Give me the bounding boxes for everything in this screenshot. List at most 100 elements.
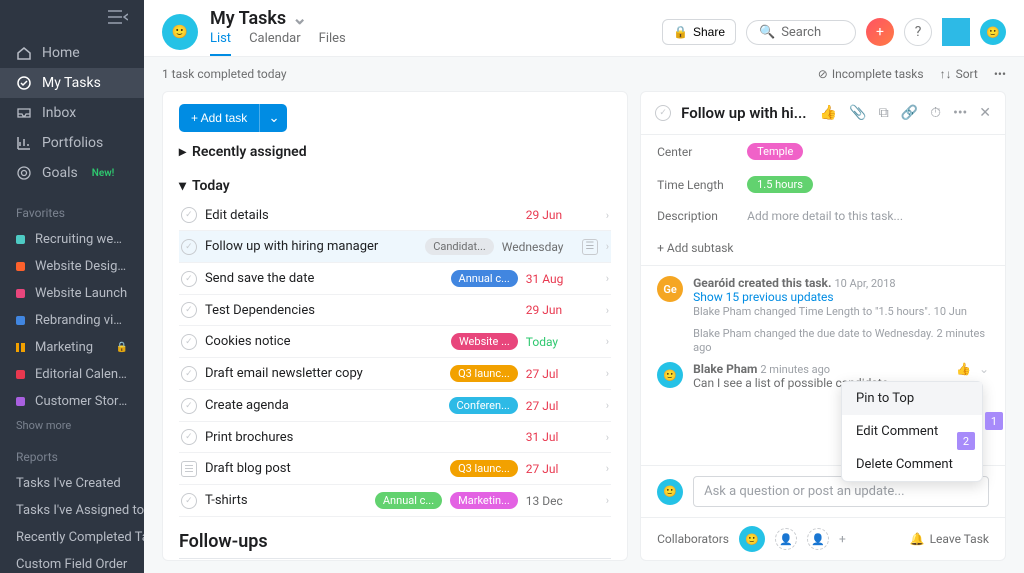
tab-files[interactable]: Files: [319, 31, 346, 56]
section-recently-assigned[interactable]: ▸Recently assigned: [179, 132, 611, 166]
filter-incomplete[interactable]: ⊘Incomplete tasks: [818, 67, 924, 81]
lock-icon: 🔒: [115, 342, 127, 353]
time-pill[interactable]: 1.5 hours: [747, 176, 813, 193]
section-today[interactable]: ▾Today: [179, 166, 611, 200]
project-pill[interactable]: Website ...: [451, 333, 518, 350]
nav-my-tasks[interactable]: My Tasks: [0, 68, 144, 98]
project-pill[interactable]: Annual c...: [451, 270, 518, 287]
project-pill[interactable]: Q3 launc...: [450, 365, 518, 382]
tab-calendar[interactable]: Calendar: [249, 31, 301, 56]
task-checkbox[interactable]: ✓: [181, 271, 197, 287]
project-pill[interactable]: Conferen...: [449, 397, 518, 414]
center-pill[interactable]: Temple: [747, 143, 803, 160]
home-icon: [16, 45, 32, 61]
add-subtask-button[interactable]: + Add subtask: [641, 231, 1005, 266]
file-icon[interactable]: [181, 461, 197, 477]
search-input[interactable]: 🔍 Search: [746, 20, 856, 45]
nav-inbox[interactable]: Inbox: [0, 98, 144, 128]
project-pill[interactable]: Candidat...: [425, 238, 494, 255]
collaborator-placeholder[interactable]: 👤: [807, 528, 829, 550]
favorite-item[interactable]: Website Design Requ...: [0, 253, 144, 280]
task-checkbox[interactable]: ✓: [181, 207, 197, 223]
due-date: 13 Dec: [526, 494, 598, 508]
like-comment-icon[interactable]: 👍: [956, 362, 971, 376]
task-checkbox[interactable]: ✓: [181, 429, 197, 445]
task-row[interactable]: ✓Send save the dateAnnual c...31 Aug›: [179, 263, 611, 295]
report-item[interactable]: Recently Completed Tasks: [0, 524, 144, 551]
show-previous-updates[interactable]: Show 15 previous updates: [693, 290, 989, 304]
link-icon[interactable]: 🔗: [901, 105, 918, 121]
dropdown-delete-comment[interactable]: Delete Comment: [842, 448, 982, 481]
detail-title[interactable]: Follow up with hi...: [681, 104, 810, 122]
task-row[interactable]: ✓T-shirtsAnnual c...Marketin...13 Dec›: [179, 485, 611, 517]
task-row[interactable]: ✓Edit details29 Jun›: [179, 200, 611, 231]
add-task-dropdown[interactable]: ⌄: [259, 104, 287, 132]
close-icon[interactable]: ✕: [979, 105, 991, 121]
report-item[interactable]: Custom Field Order: [0, 551, 144, 573]
collaborator-avatar[interactable]: 🙂: [739, 526, 765, 552]
dropdown-pin-to-top[interactable]: Pin to Top: [842, 382, 982, 415]
task-row[interactable]: ✓Test Dependencies29 Jun›: [179, 295, 611, 326]
project-pill[interactable]: Annual c...: [375, 492, 442, 509]
task-name: Print brochures: [205, 430, 518, 445]
search-placeholder: Search: [781, 25, 821, 40]
nav-portfolios[interactable]: Portfolios: [0, 128, 144, 158]
task-row[interactable]: Draft blog postQ3 launc...27 Jul›: [179, 453, 611, 485]
more-icon[interactable]: •••: [953, 105, 967, 121]
task-checkbox[interactable]: ✓: [181, 334, 197, 350]
report-item[interactable]: Tasks I've Created: [0, 470, 144, 497]
favorite-item[interactable]: Website Launch: [0, 280, 144, 307]
task-checkbox[interactable]: ✓: [181, 493, 197, 509]
favorite-item[interactable]: Customer Stories - Q4: [0, 388, 144, 415]
add-collaborator-button[interactable]: +: [839, 532, 846, 546]
favorite-item[interactable]: Marketing🔒: [0, 334, 144, 361]
profile-avatar[interactable]: 🙂: [980, 19, 1006, 45]
leave-task-button[interactable]: 🔔Leave Task: [910, 532, 989, 546]
project-pill[interactable]: Marketin...: [450, 492, 518, 509]
favorite-item[interactable]: Editorial Calendar: [0, 361, 144, 388]
chevron-right-icon: ›: [606, 431, 609, 444]
task-row[interactable]: ✓Print brochures31 Jul›: [179, 422, 611, 453]
attachment-icon[interactable]: 📎: [849, 105, 866, 121]
description-input[interactable]: Add more detail to this task...: [747, 209, 903, 223]
sort-button[interactable]: ↑↓Sort: [940, 67, 978, 81]
subtask-icon[interactable]: ⧉: [879, 105, 889, 121]
task-checkbox[interactable]: ✓: [181, 239, 197, 255]
complete-task-checkbox[interactable]: ✓: [655, 105, 671, 121]
workspace-square[interactable]: [942, 18, 970, 46]
details-chip[interactable]: ☰: [582, 239, 598, 255]
project-pill[interactable]: Q3 launc...: [450, 460, 518, 477]
followup-row[interactable]: ✓Set goals ‹ Propose 3 conference keynot…: [179, 559, 611, 561]
task-row[interactable]: ✓Follow up with hiring managerCandidat..…: [179, 231, 611, 263]
project-color-icon: [16, 235, 25, 244]
task-checkbox[interactable]: ✓: [181, 302, 197, 318]
favorite-item[interactable]: Recruiting weekly me...: [0, 226, 144, 253]
timer-icon[interactable]: ⏱: [930, 105, 941, 121]
nav-home[interactable]: Home: [0, 38, 144, 68]
collapse-sidebar-icon[interactable]: [92, 0, 144, 34]
add-task-button[interactable]: + Add task: [179, 104, 259, 132]
page-title-wrap[interactable]: My Tasks ⌄: [210, 8, 346, 29]
sidebar: Home My Tasks Inbox Portfolios Goals New…: [0, 0, 144, 573]
task-row[interactable]: ✓Create agendaConferen...27 Jul›: [179, 390, 611, 422]
more-icon[interactable]: •••: [994, 67, 1006, 81]
report-item[interactable]: Tasks I've Assigned to Others: [0, 497, 144, 524]
favorite-item[interactable]: Rebranding video: [0, 307, 144, 334]
task-checkbox[interactable]: ✓: [181, 398, 197, 414]
comment-menu-icon[interactable]: ⌄: [979, 362, 989, 376]
user-avatar[interactable]: 🙂: [162, 14, 198, 50]
task-row[interactable]: ✓Cookies noticeWebsite ...Today›: [179, 326, 611, 358]
help-button[interactable]: ?: [904, 18, 932, 46]
tab-list[interactable]: List: [210, 31, 231, 56]
project-color-icon: [16, 370, 25, 379]
task-checkbox[interactable]: ✓: [181, 366, 197, 382]
global-add-button[interactable]: +: [866, 18, 894, 46]
collaborator-placeholder[interactable]: 👤: [775, 528, 797, 550]
show-more-link[interactable]: Show more: [0, 415, 144, 436]
thumbs-up-icon[interactable]: 👍: [820, 105, 837, 121]
task-row[interactable]: ✓Draft email newsletter copyQ3 launc...2…: [179, 358, 611, 390]
section-followups[interactable]: Follow-ups: [179, 521, 611, 559]
chevron-down-icon: ⌄: [292, 8, 307, 29]
nav-goals[interactable]: Goals New!: [0, 158, 144, 188]
share-button[interactable]: 🔒Share: [662, 19, 736, 45]
